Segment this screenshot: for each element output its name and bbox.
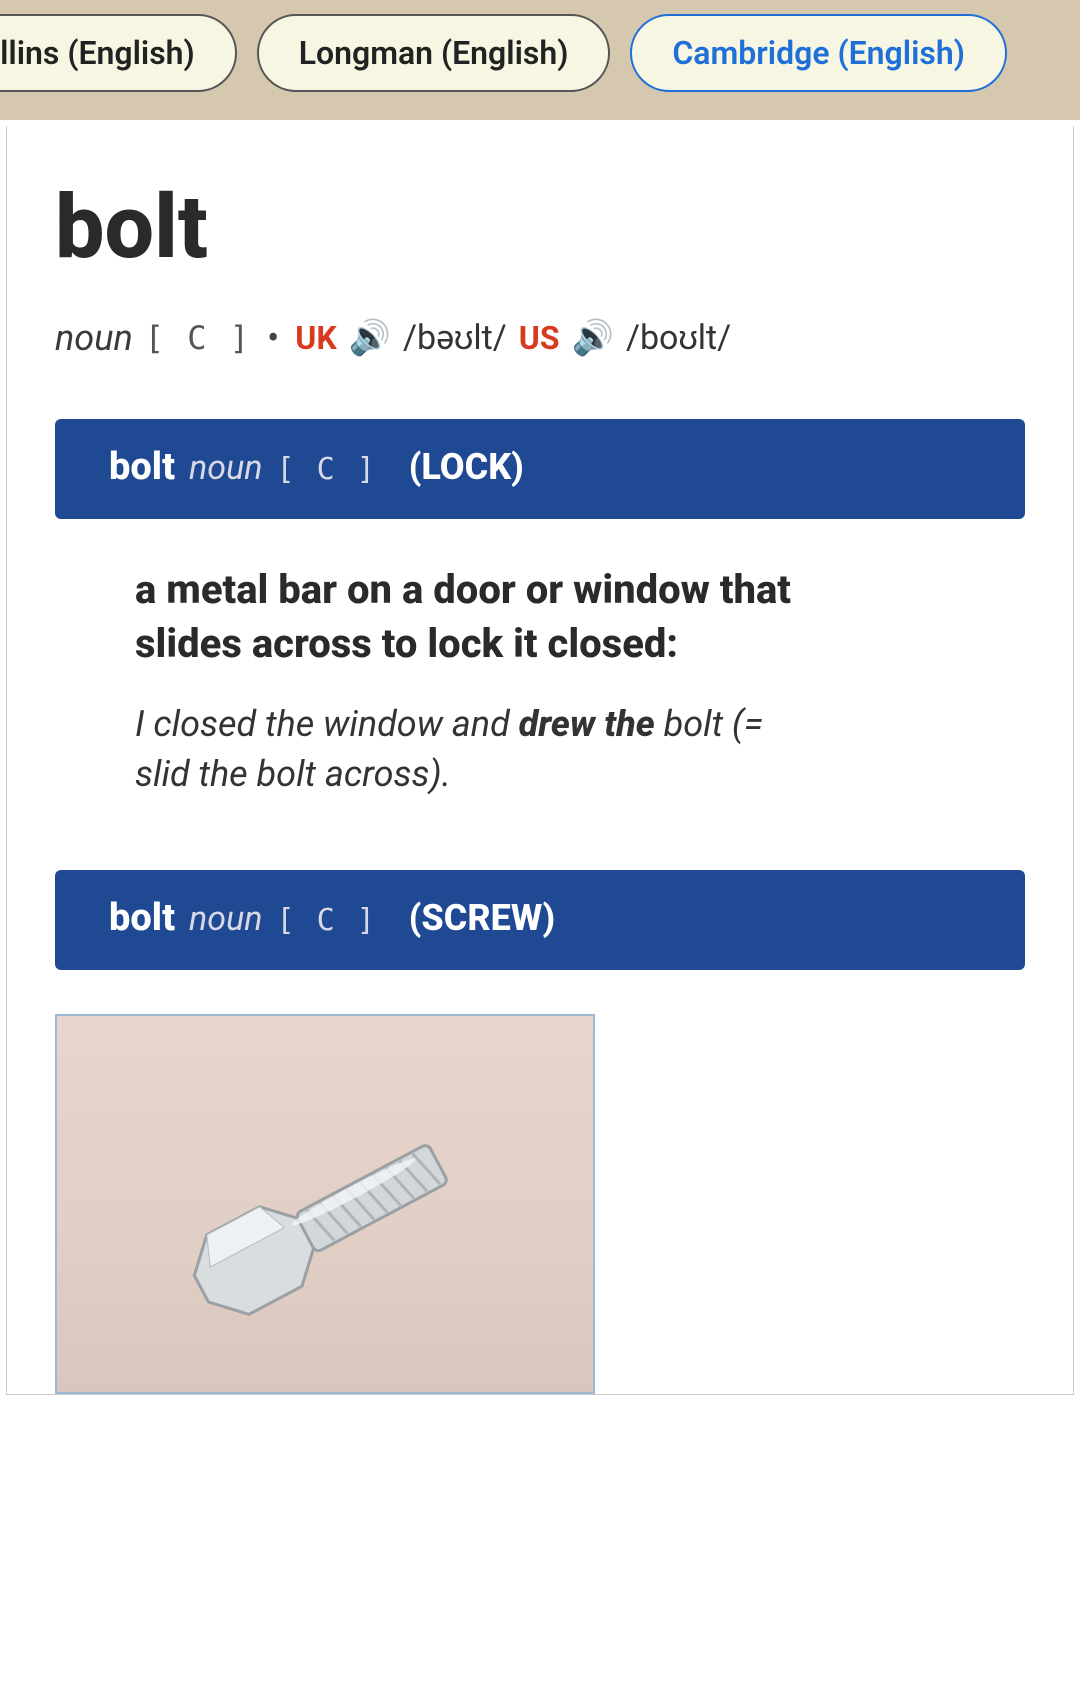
- pronunciation-line: noun [ C ] • UK 🔊 /bəʊlt/ US 🔊 /boʊlt/: [55, 317, 1025, 359]
- sense-word: bolt: [109, 896, 175, 940]
- bolt-image: [55, 1014, 595, 1394]
- example-sentence: I closed the window and drew the bolt (=…: [135, 699, 795, 800]
- sense-gram: [ C ]: [276, 903, 376, 938]
- example-bold: drew the: [519, 703, 655, 745]
- tab-longman[interactable]: Longman (English): [257, 14, 611, 92]
- audio-us-icon[interactable]: 🔊: [572, 318, 614, 358]
- entry-content: bolt noun [ C ] • UK 🔊 /bəʊlt/ US 🔊 /boʊ…: [6, 126, 1074, 1395]
- separator-dot: •: [263, 317, 283, 359]
- tab-collins[interactable]: ollins (English): [0, 14, 237, 92]
- sense-pos: noun: [189, 448, 262, 488]
- ipa-uk: /bəʊlt/: [403, 318, 507, 358]
- sense-header-lock[interactable]: bolt noun [ C ] (LOCK): [55, 419, 1025, 519]
- sense-pos: noun: [189, 899, 262, 939]
- audio-uk-icon[interactable]: 🔊: [349, 318, 391, 358]
- dictionary-tabs: ollins (English) Longman (English) Cambr…: [0, 0, 1080, 120]
- tab-cambridge[interactable]: Cambridge (English): [630, 14, 1007, 92]
- sense-header-screw[interactable]: bolt noun [ C ] (SCREW): [55, 870, 1025, 970]
- ipa-us: /boʊlt/: [626, 318, 731, 358]
- sense-tag: (LOCK): [409, 446, 524, 488]
- sense-tag: (SCREW): [409, 897, 555, 939]
- region-us: US: [519, 319, 560, 357]
- sense-body-lock: a metal bar on a door or window that sli…: [55, 563, 795, 870]
- definition-text: a metal bar on a door or window that sli…: [135, 563, 795, 671]
- grammar-code: [ C ]: [145, 319, 251, 357]
- headword: bolt: [55, 176, 1025, 279]
- part-of-speech: noun: [55, 317, 133, 359]
- sense-word: bolt: [109, 445, 175, 489]
- sense-gram: [ C ]: [276, 452, 376, 487]
- region-uk: UK: [295, 319, 336, 357]
- bolt-illustration-icon: [160, 1090, 491, 1354]
- example-pre: I closed the window and: [135, 703, 519, 745]
